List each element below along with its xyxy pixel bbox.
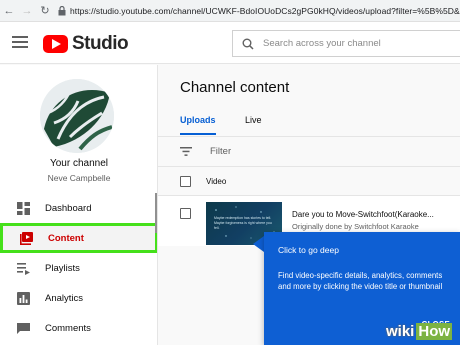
tooltip-title: Click to go deep <box>278 245 339 255</box>
address-bar[interactable]: https://studio.youtube.com/channel/UCWKF… <box>58 2 460 20</box>
url-text: https://studio.youtube.com/channel/UCWKF… <box>70 5 460 16</box>
sidebar-item-dashboard[interactable]: Dashboard <box>0 193 157 223</box>
comments-icon <box>16 321 30 335</box>
your-channel-label: Your channel <box>49 158 108 169</box>
channel-avatar[interactable] <box>40 79 114 153</box>
youtube-play-icon <box>43 35 68 53</box>
search-placeholder: Search across your channel <box>263 38 381 49</box>
tab-live[interactable]: Live <box>245 115 262 133</box>
studio-logo[interactable]: Studio <box>43 33 129 55</box>
studio-header: Studio Search across your channel <box>0 22 460 64</box>
thumbnail-caption: Maybe redemption has stories to tell. Ma… <box>214 216 272 230</box>
sidebar-item-label: Dashboard <box>45 202 92 214</box>
search-icon <box>233 38 263 50</box>
sidebar-item-label: Comments <box>45 322 91 334</box>
sidebar-nav: Dashboard Content Playlists Analytics Co… <box>0 193 157 343</box>
watermark-how: How <box>416 322 453 340</box>
column-header-video: Video <box>206 177 227 186</box>
browser-toolbar: ← → ↻ https://studio.youtube.com/channel… <box>0 0 460 22</box>
sidebar: Your channel Neve Campbelle Dashboard Co… <box>0 65 158 345</box>
filter-icon[interactable] <box>180 143 192 161</box>
forward-icon[interactable]: → <box>18 2 36 20</box>
lock-icon <box>58 5 66 16</box>
select-all-checkbox[interactable] <box>180 176 191 187</box>
playlists-icon <box>16 261 30 275</box>
sidebar-item-analytics[interactable]: Analytics <box>0 283 157 313</box>
tooltip-body: Find video-specific details, analytics, … <box>278 271 443 292</box>
tab-uploads[interactable]: Uploads <box>180 115 216 135</box>
content-tabs: Uploads Live <box>158 109 460 137</box>
channel-name: Neve Campbelle <box>47 173 111 183</box>
sidebar-item-label: Content <box>48 232 84 244</box>
reload-icon[interactable]: ↻ <box>36 2 54 20</box>
sidebar-item-playlists[interactable]: Playlists <box>0 253 157 283</box>
search-input[interactable]: Search across your channel <box>232 30 460 57</box>
analytics-icon <box>16 291 30 305</box>
back-icon[interactable]: ← <box>0 2 18 20</box>
content-icon <box>19 231 33 245</box>
wikihow-watermark: wiki How <box>386 322 453 340</box>
sidebar-item-label: Playlists <box>45 262 80 274</box>
page-title: Channel content <box>180 79 290 96</box>
logo-text: Studio <box>72 33 129 54</box>
video-title[interactable]: Dare you to Move-Switchfoot(Karaoke... <box>292 210 434 219</box>
watermark-wiki: wiki <box>386 322 415 340</box>
filter-bar[interactable]: Filter <box>158 137 460 167</box>
sidebar-item-comments[interactable]: Comments <box>0 313 157 343</box>
sidebar-item-content[interactable]: Content <box>0 223 157 253</box>
tooltip-arrow <box>253 236 264 252</box>
filter-label: Filter <box>210 146 232 157</box>
row-checkbox[interactable] <box>180 208 191 219</box>
video-description: Originally done by Switchfoot Karaoke <box>292 222 419 231</box>
dashboard-icon <box>16 201 30 215</box>
menu-icon[interactable] <box>12 36 28 48</box>
table-header: Video <box>158 168 460 196</box>
sidebar-item-label: Analytics <box>45 292 84 304</box>
